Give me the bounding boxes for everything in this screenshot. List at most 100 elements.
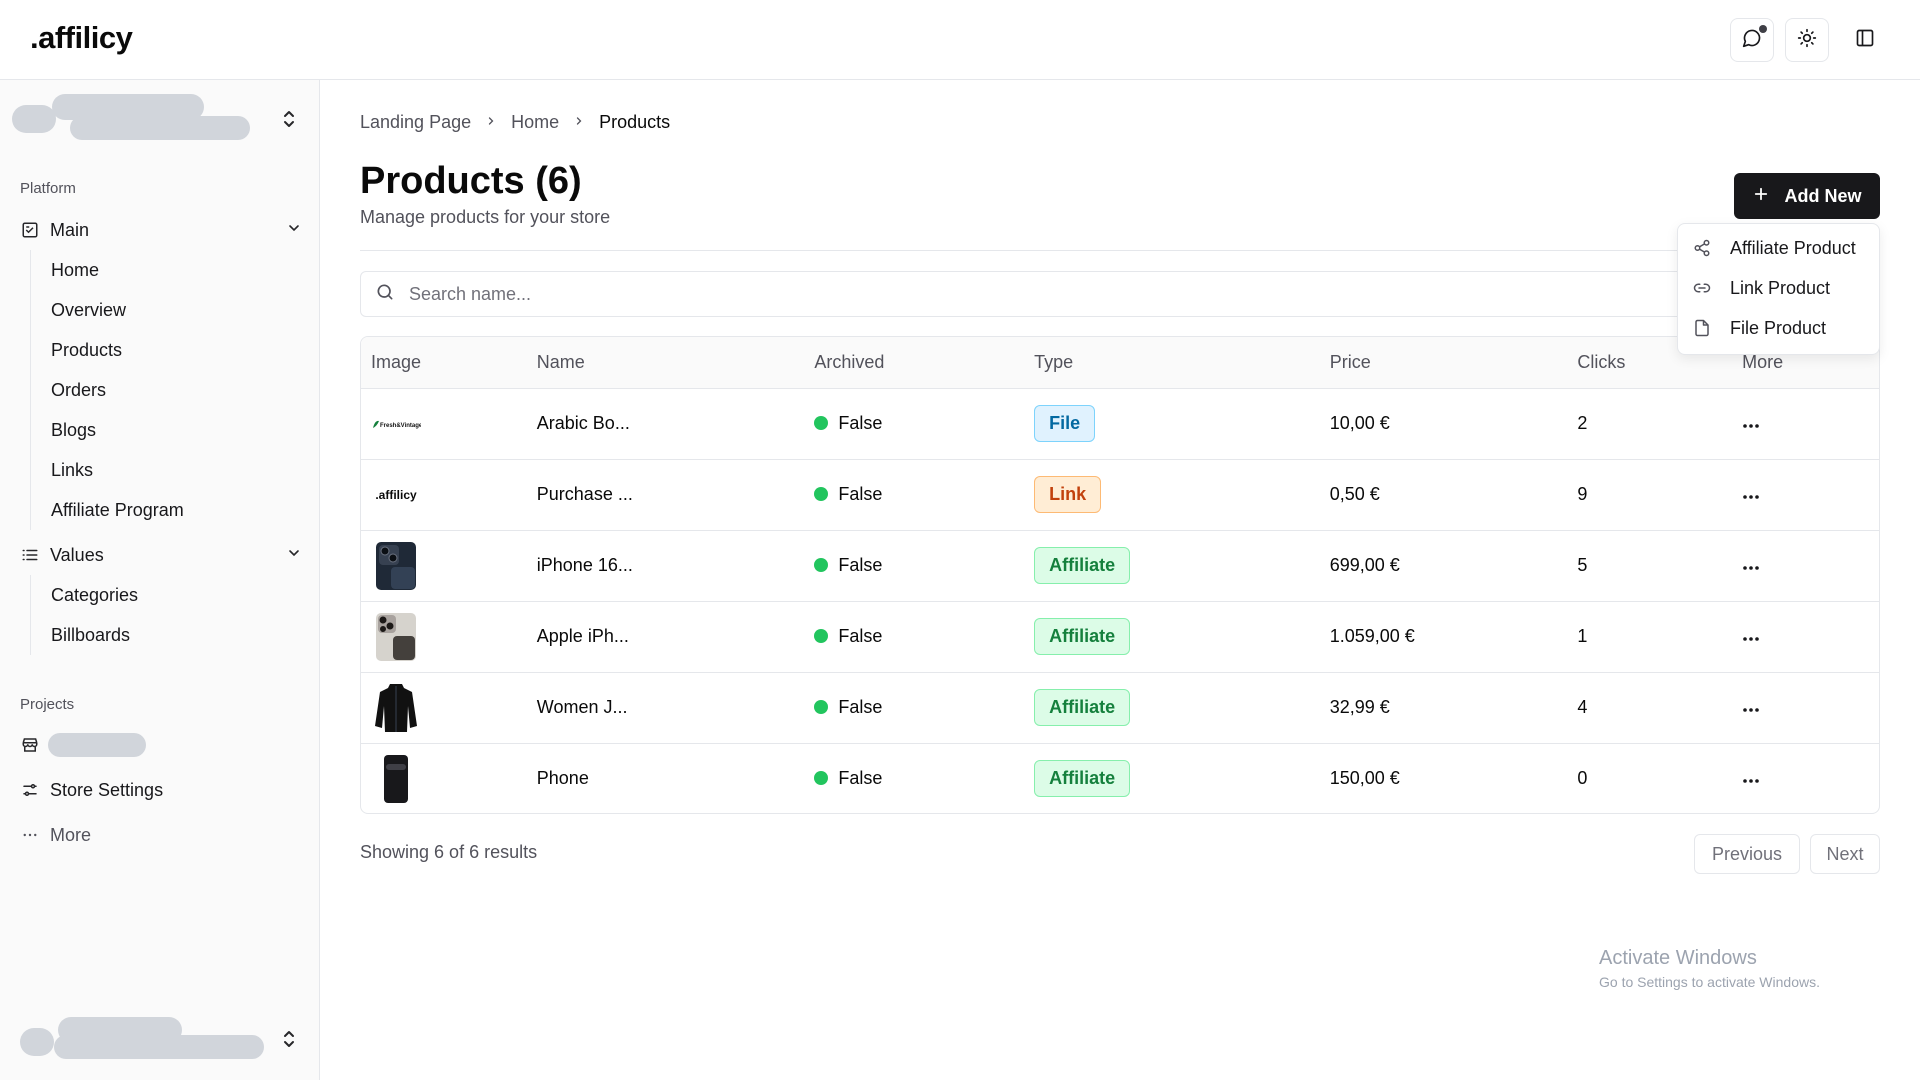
row-actions-icon[interactable] <box>1742 773 1760 784</box>
sidebar-item-more[interactable]: More <box>20 820 302 850</box>
clicks-cell: 4 <box>1577 697 1588 717</box>
main-submenu: Home Overview Products Orders Blogs Link… <box>30 250 290 530</box>
type-cell: Affiliate <box>1024 743 1320 813</box>
sidebar-item-home[interactable]: Home <box>31 250 290 290</box>
clicks-cell: 5 <box>1577 555 1588 575</box>
panel-left-icon <box>1855 28 1875 53</box>
archived-value: False <box>838 697 883 717</box>
type-badge: Affiliate <box>1034 689 1131 726</box>
sidebar-item-main[interactable]: Main <box>20 215 302 245</box>
column-header-archived: Archived <box>804 337 1025 389</box>
menu-item-affiliate-product-label: Affiliate Product <box>1730 237 1856 258</box>
price-cell: 699,00 € <box>1329 555 1400 575</box>
sidebar-item-overview[interactable]: Overview <box>31 290 290 330</box>
app-logo[interactable]: .affilicy <box>30 20 133 56</box>
phone-image <box>371 754 421 804</box>
product-name: Women J... <box>536 697 628 717</box>
plus-icon <box>1752 185 1770 208</box>
column-header-price: Price <box>1319 337 1568 389</box>
type-badge: Affiliate <box>1034 547 1131 584</box>
row-actions-icon[interactable] <box>1742 489 1760 500</box>
row-actions-icon[interactable] <box>1742 418 1760 429</box>
chevron-right-icon <box>573 114 585 130</box>
search-bar[interactable] <box>360 271 1880 317</box>
type-badge: Affiliate <box>1034 618 1131 655</box>
values-submenu: Categories Billboards <box>30 575 290 655</box>
table-row[interactable]: Apple iPh... False Affiliate 1.059,00 € … <box>361 601 1879 672</box>
list-icon <box>20 545 40 565</box>
sidebar-item-links[interactable]: Links <box>31 450 290 490</box>
price-cell: 1.059,00 € <box>1329 626 1415 646</box>
menu-item-file-product-label: File Product <box>1730 317 1827 338</box>
status-dot <box>814 771 829 786</box>
type-badge: File <box>1034 405 1096 442</box>
product-name: Purchase ... <box>536 484 633 504</box>
chat-button[interactable] <box>1730 18 1774 62</box>
results-count: Showing 6 of 6 results <box>360 842 538 862</box>
jacket-image <box>371 683 421 733</box>
column-header-name[interactable]: Name <box>526 337 805 389</box>
menu-item-file-product[interactable]: File Product <box>1678 308 1879 348</box>
page-title: Products (6) <box>360 160 582 202</box>
archived-cell: False <box>804 601 1024 672</box>
watermark-title: Activate Windows <box>1599 947 1757 969</box>
platform-group-label: Platform <box>20 180 76 197</box>
product-name: iPhone 16... <box>536 555 633 575</box>
sidebar-item-values-label: Values <box>50 544 104 565</box>
table-row[interactable]: iPhone 16... False Affiliate 699,00 € 5 <box>361 530 1879 601</box>
search-input[interactable] <box>409 283 1409 305</box>
sidebar-item-store-settings-label: Store Settings <box>50 779 164 800</box>
previous-page-button[interactable]: Previous <box>1694 834 1800 874</box>
table-row[interactable]: Women J... False Affiliate 32,99 € 4 <box>361 672 1879 743</box>
row-actions-icon[interactable] <box>1742 631 1760 642</box>
price-cell: 150,00 € <box>1329 768 1400 789</box>
menu-item-link-product[interactable]: Link Product <box>1678 268 1879 308</box>
toggle-sidebar-button[interactable] <box>1843 18 1887 62</box>
type-badge: Link <box>1034 476 1102 513</box>
row-actions-icon[interactable] <box>1742 560 1760 571</box>
sidebar-item-products[interactable]: Products <box>31 330 290 370</box>
store-icon <box>20 735 40 755</box>
sun-icon <box>1797 28 1817 53</box>
sidebar-item-affiliate-program[interactable]: Affiliate Program <box>31 490 290 530</box>
table-row[interactable]: Fresh&Vintage Arabic Bo... False File 10… <box>361 388 1879 459</box>
breadcrumb: Landing Page Home Products <box>360 110 670 134</box>
table-row[interactable]: .affilicy Purchase ... False Link 0,50 €… <box>361 459 1879 530</box>
breadcrumb-landing-page[interactable]: Landing Page <box>360 112 471 133</box>
windows-activation-watermark: Activate Windows Go to Settings to activ… <box>1599 947 1820 990</box>
menu-item-link-product-label: Link Product <box>1730 277 1831 298</box>
sidebar-item-values[interactable]: Values <box>20 540 302 570</box>
add-new-button[interactable]: Add New <box>1734 173 1880 219</box>
sidebar: Platform Main Home Overview Products Ord… <box>0 80 320 1080</box>
top-header: .affilicy <box>0 0 1920 80</box>
notification-dot <box>1759 25 1767 33</box>
products-table: Image Name Archived Type Price Clicks Mo… <box>360 336 1880 814</box>
watermark-subtitle: Go to Settings to activate Windows. <box>1599 974 1820 990</box>
status-dot <box>814 558 829 572</box>
archived-cell: False <box>804 672 1024 743</box>
add-new-dropdown: Affiliate Product Link Product File Prod… <box>1677 223 1880 355</box>
sidebar-item-blogs[interactable]: Blogs <box>31 410 290 450</box>
affilicy-logo-text: .affilicy <box>375 487 417 502</box>
breadcrumb-home[interactable]: Home <box>511 112 559 133</box>
sidebar-item-orders[interactable]: Orders <box>31 370 290 410</box>
sidebar-item-categories[interactable]: Categories <box>31 575 290 615</box>
sidebar-item-billboards[interactable]: Billboards <box>31 615 290 655</box>
projects-group-label: Projects <box>20 696 75 713</box>
next-page-button[interactable]: Next <box>1810 834 1880 874</box>
archived-cell: False <box>804 459 1024 530</box>
theme-toggle-button[interactable] <box>1785 18 1829 62</box>
type-badge: Affiliate <box>1034 760 1131 798</box>
menu-item-affiliate-product[interactable]: Affiliate Product <box>1678 228 1879 268</box>
sidebar-item-store-settings[interactable]: Store Settings <box>20 775 302 805</box>
row-actions-icon[interactable] <box>1742 702 1760 713</box>
iphone-image <box>371 541 421 591</box>
sidebar-item-more-label: More <box>50 824 92 845</box>
table-row[interactable]: Phone False Affiliate 150,00 € 0 <box>361 743 1879 813</box>
archived-cell: False <box>804 743 1024 813</box>
sidebar-item-store[interactable] <box>20 730 302 760</box>
column-header-type: Type <box>1024 337 1320 389</box>
layout-icon <box>20 220 40 240</box>
product-name: Apple iPh... <box>536 626 629 646</box>
archived-cell: False <box>804 530 1024 601</box>
